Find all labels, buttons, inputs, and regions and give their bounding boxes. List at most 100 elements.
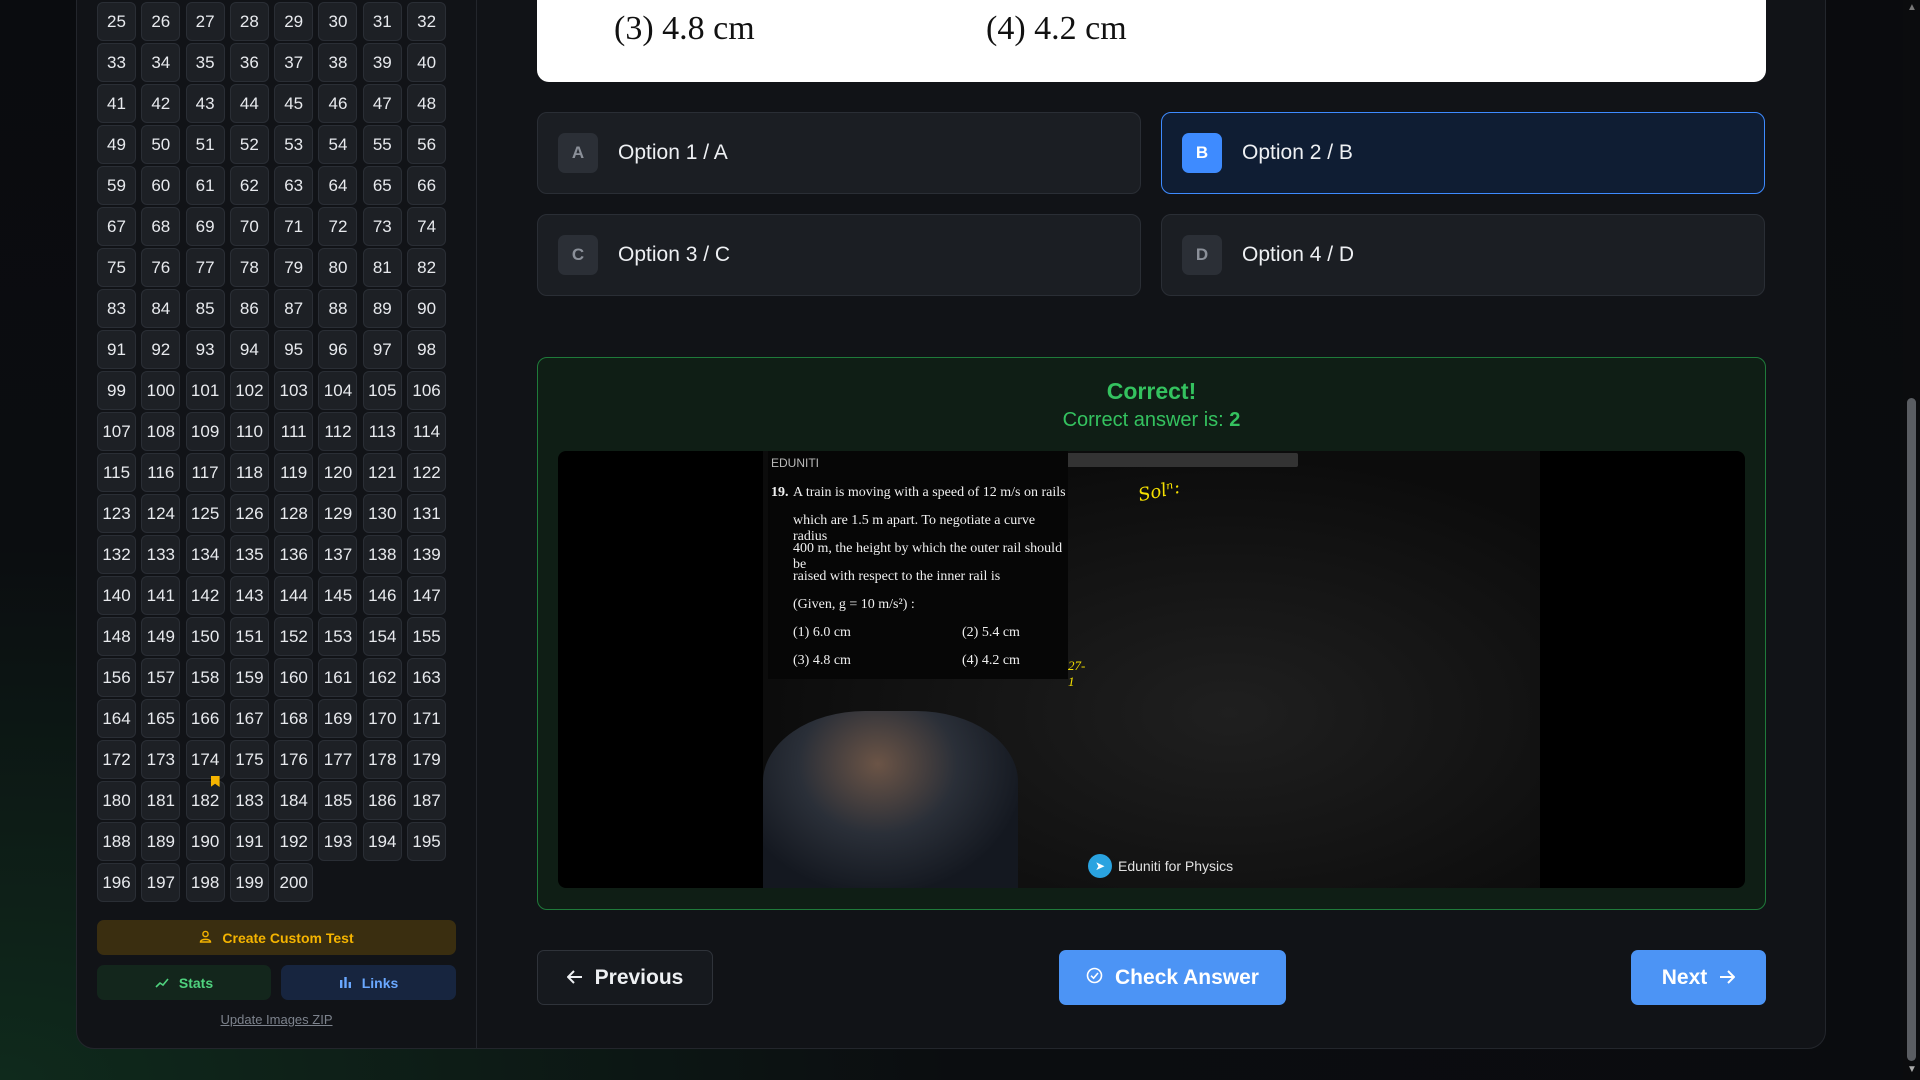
question-number-button[interactable]: 63: [274, 166, 314, 205]
links-button[interactable]: Links: [281, 965, 456, 1000]
question-number-button[interactable]: 152: [274, 617, 314, 656]
question-number-button[interactable]: 97: [362, 330, 402, 369]
question-number-button[interactable]: 153: [318, 617, 358, 656]
question-number-button[interactable]: 144: [274, 576, 314, 615]
question-number-button[interactable]: 51: [185, 125, 225, 164]
question-number-button[interactable]: 165: [141, 699, 181, 738]
question-number-button[interactable]: 50: [141, 125, 181, 164]
question-number-button[interactable]: 90: [407, 289, 447, 328]
question-number-button[interactable]: 116: [141, 453, 181, 492]
question-number-button[interactable]: 25: [97, 2, 136, 41]
question-number-button[interactable]: 199: [229, 863, 269, 902]
option-a[interactable]: A Option 1 / A: [537, 112, 1141, 194]
question-number-button[interactable]: 65: [362, 166, 402, 205]
question-number-button[interactable]: 75: [97, 248, 136, 287]
question-number-button[interactable]: 167: [229, 699, 269, 738]
question-number-button[interactable]: 94: [229, 330, 269, 369]
scrollbar-thumb[interactable]: [1907, 398, 1916, 1061]
option-b[interactable]: B Option 2 / B: [1161, 112, 1765, 194]
question-number-button[interactable]: 114: [407, 412, 447, 451]
question-number-button[interactable]: 171: [407, 699, 447, 738]
next-button[interactable]: Next: [1631, 950, 1766, 1005]
question-number-button[interactable]: 146: [362, 576, 402, 615]
question-number-button[interactable]: 78: [229, 248, 269, 287]
page-scrollbar[interactable]: ▲ ▼: [1903, 0, 1920, 1080]
question-number-button[interactable]: 115: [97, 453, 136, 492]
question-number-button[interactable]: 174: [185, 740, 225, 779]
question-number-button[interactable]: 173: [141, 740, 181, 779]
question-number-button[interactable]: 79: [274, 248, 314, 287]
question-number-button[interactable]: 155: [407, 617, 447, 656]
question-number-button[interactable]: 131: [407, 494, 447, 533]
question-number-button[interactable]: 133: [141, 535, 181, 574]
question-number-button[interactable]: 54: [318, 125, 358, 164]
question-number-button[interactable]: 39: [362, 43, 402, 82]
question-number-button[interactable]: 151: [229, 617, 269, 656]
question-number-button[interactable]: 154: [362, 617, 402, 656]
question-number-button[interactable]: 80: [318, 248, 358, 287]
question-number-button[interactable]: 34: [141, 43, 181, 82]
question-number-button[interactable]: 126: [229, 494, 269, 533]
question-number-button[interactable]: 196: [97, 863, 136, 902]
question-number-button[interactable]: 103: [274, 371, 314, 410]
solution-video[interactable]: EDUNITI 19. A train is moving with a spe…: [558, 451, 1745, 888]
question-number-button[interactable]: 183: [229, 781, 269, 820]
question-number-button[interactable]: 149: [141, 617, 181, 656]
question-number-button[interactable]: 148: [97, 617, 136, 656]
question-number-button[interactable]: 122: [407, 453, 447, 492]
stats-button[interactable]: Stats: [97, 965, 271, 1000]
question-number-button[interactable]: 31: [362, 2, 402, 41]
question-number-button[interactable]: 88: [318, 289, 358, 328]
question-number-button[interactable]: 132: [97, 535, 136, 574]
question-number-button[interactable]: 40: [407, 43, 447, 82]
question-number-button[interactable]: 87: [274, 289, 314, 328]
question-number-button[interactable]: 55: [362, 125, 402, 164]
question-number-button[interactable]: 105: [362, 371, 402, 410]
question-number-button[interactable]: 175: [229, 740, 269, 779]
question-number-button[interactable]: 139: [407, 535, 447, 574]
question-number-button[interactable]: 123: [97, 494, 136, 533]
question-number-button[interactable]: 83: [97, 289, 136, 328]
question-number-button[interactable]: 101: [185, 371, 225, 410]
question-number-button[interactable]: 69: [185, 207, 225, 246]
question-number-button[interactable]: 62: [229, 166, 269, 205]
question-number-button[interactable]: 37: [274, 43, 314, 82]
question-number-button[interactable]: 64: [318, 166, 358, 205]
scroll-up-icon[interactable]: ▲: [1907, 2, 1917, 13]
question-number-button[interactable]: 176: [274, 740, 314, 779]
question-number-button[interactable]: 76: [141, 248, 181, 287]
question-number-button[interactable]: 184: [274, 781, 314, 820]
question-number-button[interactable]: 124: [141, 494, 181, 533]
question-number-button[interactable]: 38: [318, 43, 358, 82]
question-number-button[interactable]: 192: [274, 822, 314, 861]
question-number-button[interactable]: 89: [362, 289, 402, 328]
question-number-button[interactable]: 162: [362, 658, 402, 697]
question-number-button[interactable]: 172: [97, 740, 136, 779]
question-number-button[interactable]: 85: [185, 289, 225, 328]
question-number-button[interactable]: 109: [185, 412, 225, 451]
question-number-button[interactable]: 129: [318, 494, 358, 533]
question-number-button[interactable]: 33: [97, 43, 136, 82]
question-number-button[interactable]: 77: [185, 248, 225, 287]
question-number-button[interactable]: 100: [141, 371, 181, 410]
question-number-button[interactable]: 135: [229, 535, 269, 574]
question-number-button[interactable]: 42: [141, 84, 181, 123]
question-number-button[interactable]: 28: [229, 2, 269, 41]
question-number-button[interactable]: 198: [185, 863, 225, 902]
question-number-button[interactable]: 121: [362, 453, 402, 492]
question-number-button[interactable]: 32: [407, 2, 447, 41]
question-number-button[interactable]: 99: [97, 371, 136, 410]
question-number-button[interactable]: 111: [274, 412, 314, 451]
question-number-button[interactable]: 128: [274, 494, 314, 533]
question-number-button[interactable]: 60: [141, 166, 181, 205]
question-number-button[interactable]: 108: [141, 412, 181, 451]
question-number-button[interactable]: 98: [407, 330, 447, 369]
question-number-button[interactable]: 82: [407, 248, 447, 287]
question-number-button[interactable]: 73: [362, 207, 402, 246]
question-number-button[interactable]: 163: [407, 658, 447, 697]
question-number-button[interactable]: 118: [229, 453, 269, 492]
question-number-button[interactable]: 49: [97, 125, 136, 164]
question-number-button[interactable]: 120: [318, 453, 358, 492]
question-number-button[interactable]: 104: [318, 371, 358, 410]
option-d[interactable]: D Option 4 / D: [1161, 214, 1765, 296]
